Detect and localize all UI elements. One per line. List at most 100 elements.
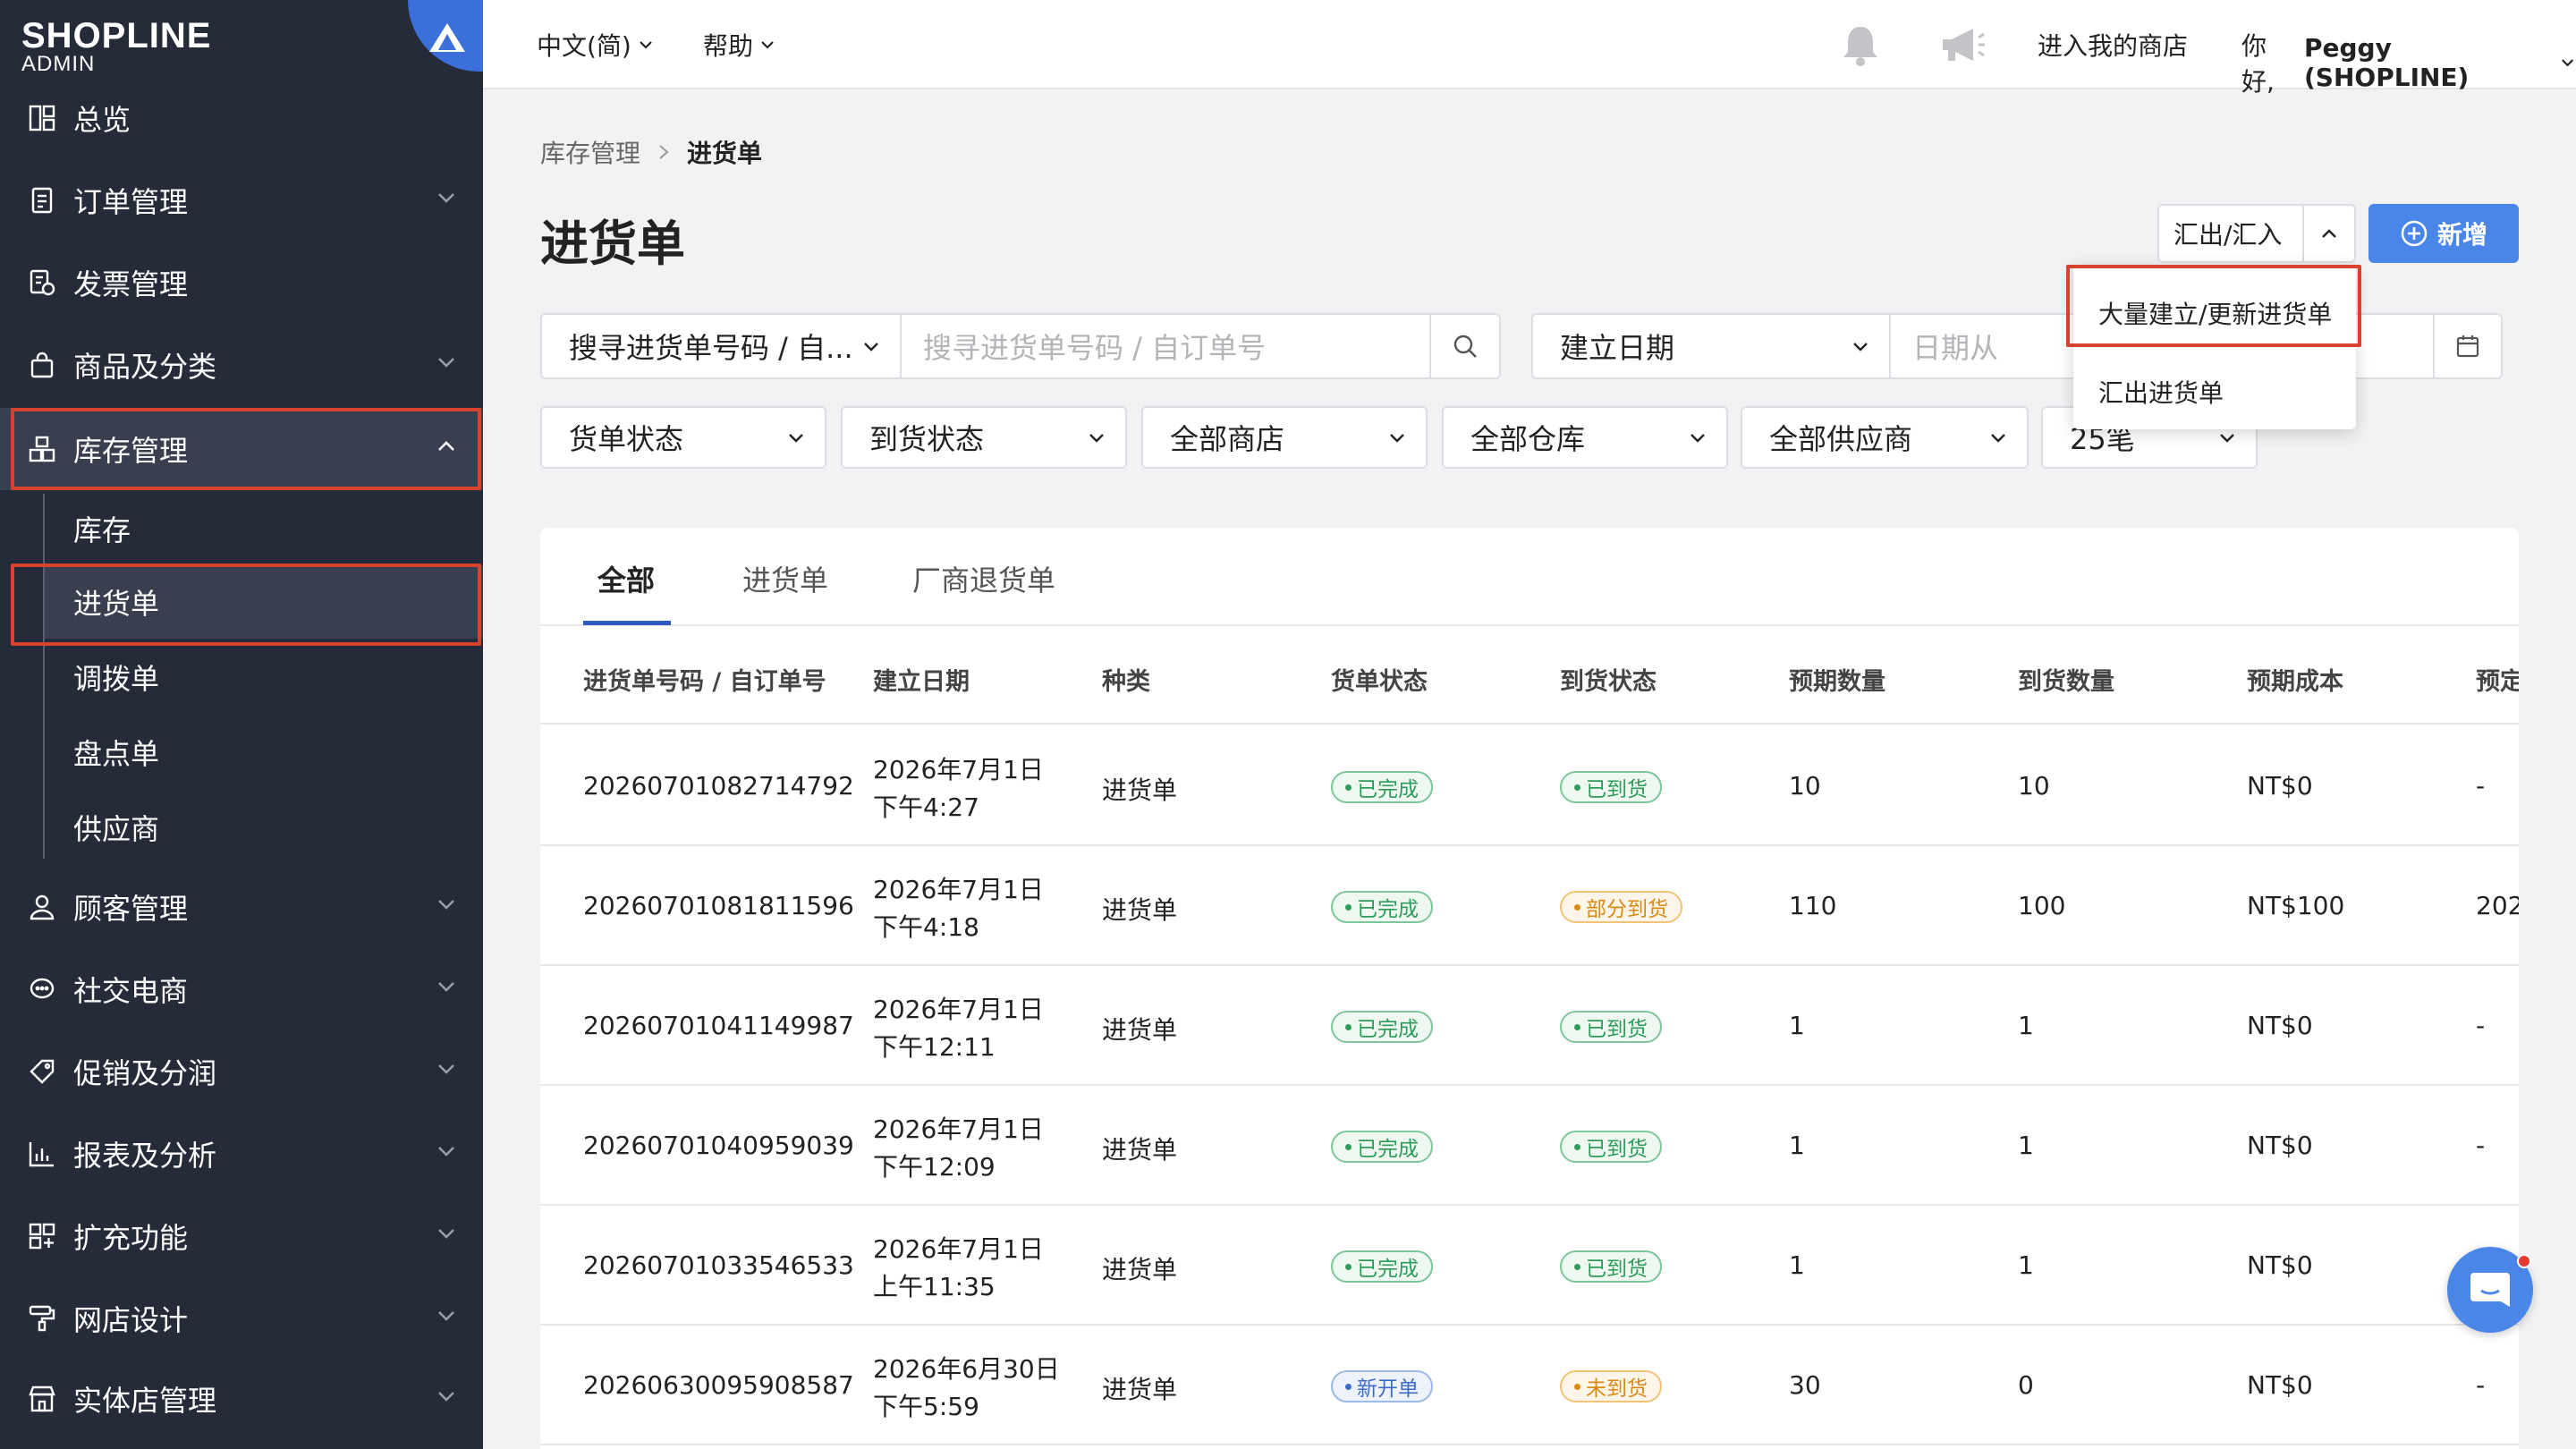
- date: 2026年7月1日: [873, 995, 1044, 1024]
- export-import-button[interactable]: 汇出/汇入: [2157, 204, 2356, 263]
- brand-name: SHOPLINE: [21, 16, 212, 55]
- created-date: 2026年7月1日 上午11:35: [873, 1231, 1044, 1306]
- purchase-orders-table: 全部 进货单 厂商退货单 进货单号码 / 自订单号 建立日期 种类 货单状态 到…: [540, 528, 2519, 1449]
- sidebar-item-overview[interactable]: 总览: [0, 77, 483, 159]
- language-selector[interactable]: 中文(简): [537, 27, 655, 63]
- order-status-label: 货单状态: [569, 422, 684, 456]
- chevron-down-icon: [2561, 59, 2573, 67]
- top-bar: 中文(简) 帮助 进入我的商店 你好, Peggy (SHOPLINE): [483, 0, 2576, 97]
- sidebar-item-promotions[interactable]: 促销及分润: [0, 1030, 483, 1113]
- tab-purchase-orders[interactable]: 进货单: [742, 558, 828, 599]
- user-menu[interactable]: 你好, Peggy (SHOPLINE): [2241, 27, 2576, 98]
- sidebar-item-invoices[interactable]: 发票管理: [0, 242, 483, 324]
- help-menu[interactable]: 帮助: [703, 27, 776, 63]
- supplier-select[interactable]: 全部供应商: [1741, 406, 2029, 469]
- sidebar-item-orders[interactable]: 订单管理: [0, 159, 483, 242]
- created-date: 2026年7月1日 下午4:18: [873, 871, 1044, 946]
- table-row[interactable]: 20260701040959039 2026年7月1日 下午12:09 进货单 已…: [540, 1086, 2519, 1206]
- order-id[interactable]: 20260630095908587: [583, 1370, 854, 1400]
- order-icon: [25, 183, 59, 217]
- time: 下午12:09: [873, 1152, 996, 1182]
- sidebar-item-design[interactable]: 网店设计: [0, 1277, 483, 1360]
- breadcrumb-parent[interactable]: 库存管理: [540, 134, 640, 170]
- created-date: 2026年7月1日 下午4:27: [873, 751, 1044, 826]
- store-label: 全部商店: [1170, 422, 1285, 456]
- export-import-dropdown: 大量建立/更新进货单 汇出进货单: [2073, 265, 2356, 429]
- export-purchase-orders-option[interactable]: 汇出进货单: [2098, 374, 2224, 410]
- chevron-down-icon: [1991, 434, 2005, 443]
- megaphone-icon[interactable]: [1937, 23, 1986, 68]
- sidebar-item-social[interactable]: 社交电商: [0, 948, 483, 1030]
- paint-roller-icon: [25, 1301, 59, 1335]
- search-icon[interactable]: [1431, 333, 1499, 360]
- bulk-create-update-option[interactable]: 大量建立/更新进货单: [2098, 295, 2332, 331]
- search-type-select[interactable]: 搜寻进货单号码 / 自...: [542, 315, 900, 377]
- order-id[interactable]: 20260701041149987: [583, 1011, 854, 1040]
- chevron-down-icon: [1089, 434, 1104, 443]
- order-id[interactable]: 20260701082714792: [583, 771, 854, 801]
- bell-icon[interactable]: [1839, 23, 1882, 68]
- arrived-qty: 1: [2018, 1250, 2034, 1280]
- sidebar-subitem-stocktakes[interactable]: 盘点单: [45, 716, 483, 789]
- add-button[interactable]: 新增: [2368, 204, 2519, 263]
- status-badge: 已完成: [1331, 1131, 1433, 1163]
- status-badge: 新开单: [1331, 1370, 1433, 1402]
- warehouse-select[interactable]: 全部仓库: [1442, 406, 1728, 469]
- table-row[interactable]: 20260630095908587 2026年6月30日 下午5:59 进货单 新…: [540, 1326, 2519, 1445]
- sidebar-item-apps[interactable]: 扩充功能: [0, 1195, 483, 1277]
- enter-store-link[interactable]: 进入我的商店: [2038, 27, 2188, 63]
- col-type: 种类: [1102, 668, 1150, 696]
- chevron-down-icon: [2220, 434, 2234, 443]
- sidebar-subitem-suppliers[interactable]: 供应商: [45, 791, 483, 864]
- time: 下午12:11: [873, 1032, 996, 1062]
- notification-dot: [2517, 1254, 2531, 1268]
- date-type-select[interactable]: 建立日期: [1533, 315, 1889, 377]
- table-row[interactable]: 20260701082714792 2026年7月1日 下午4:27 进货单 已完…: [540, 726, 2519, 846]
- order-id[interactable]: 20260701033546533: [583, 1250, 854, 1280]
- expected-cost: NT$0: [2247, 1250, 2313, 1280]
- arrival-status-select[interactable]: 到货状态: [841, 406, 1127, 469]
- date-filter-group: 建立日期 日期从: [1531, 313, 2503, 379]
- sidebar-subitem-stock[interactable]: 库存: [45, 492, 483, 565]
- chevron-down-icon: [438, 193, 454, 203]
- sidebar-subitem-transfers[interactable]: 调拨单: [45, 640, 483, 714]
- sidebar-item-reports[interactable]: 报表及分析: [0, 1113, 483, 1195]
- time: 下午5:59: [873, 1392, 979, 1421]
- sidebar-item-customers[interactable]: 顾客管理: [0, 866, 483, 948]
- status-badge: 已完成: [1331, 1250, 1433, 1283]
- sidebar-item-products[interactable]: 商品及分类: [0, 324, 483, 406]
- search-input[interactable]: 搜寻进货单号码 / 自订单号: [902, 326, 1429, 367]
- col-id[interactable]: 进货单号码 / 自订单号: [583, 662, 826, 697]
- order-status-select[interactable]: 货单状态: [540, 406, 826, 469]
- sidebar-item-label: 社交电商: [73, 974, 189, 1008]
- planned: -: [2476, 771, 2486, 801]
- expected-qty: 1: [1789, 1011, 1805, 1040]
- sidebar-item-retail[interactable]: 实体店管理: [0, 1358, 483, 1440]
- invoice-icon: [25, 266, 59, 300]
- sidebar-item-label: 扩充功能: [73, 1221, 189, 1255]
- order-id[interactable]: 20260701040959039: [583, 1131, 854, 1160]
- calendar-icon[interactable]: [2435, 334, 2501, 359]
- sidebar-subitem-purchase-orders[interactable]: 进货单: [45, 565, 483, 639]
- arrival-badge: 已到货: [1560, 1131, 1662, 1163]
- table-row[interactable]: 20260701033546533 2026年7月1日 上午11:35 进货单 已…: [540, 1206, 2519, 1326]
- col-date[interactable]: 建立日期: [873, 662, 970, 697]
- table-row[interactable]: 20260701041149987 2026年7月1日 下午12:11 进货单 已…: [540, 966, 2519, 1086]
- planned: -: [2476, 1131, 2486, 1160]
- sidebar-item-inventory[interactable]: 库存管理: [0, 408, 483, 490]
- chevron-down-icon: [438, 1147, 454, 1157]
- planned: 202: [2476, 891, 2519, 920]
- sidebar-item-label: 促销及分润: [73, 1056, 217, 1090]
- arrived-qty: 1: [2018, 1011, 2034, 1040]
- tab-all[interactable]: 全部: [597, 558, 655, 599]
- order-id[interactable]: 20260701081811596: [583, 891, 854, 920]
- subitem-label: 库存: [73, 513, 131, 547]
- export-import-label: 汇出/汇入: [2174, 220, 2283, 250]
- tab-vendor-returns[interactable]: 厂商退货单: [912, 558, 1055, 599]
- sidebar-item-label: 实体店管理: [73, 1384, 217, 1418]
- time: 下午4:27: [873, 792, 979, 822]
- chevron-up-icon[interactable]: [2304, 224, 2354, 243]
- store-select[interactable]: 全部商店: [1141, 406, 1428, 469]
- expected-cost: NT$0: [2247, 1370, 2313, 1400]
- table-row[interactable]: 20260701081811596 2026年7月1日 下午4:18 进货单 已完…: [540, 846, 2519, 966]
